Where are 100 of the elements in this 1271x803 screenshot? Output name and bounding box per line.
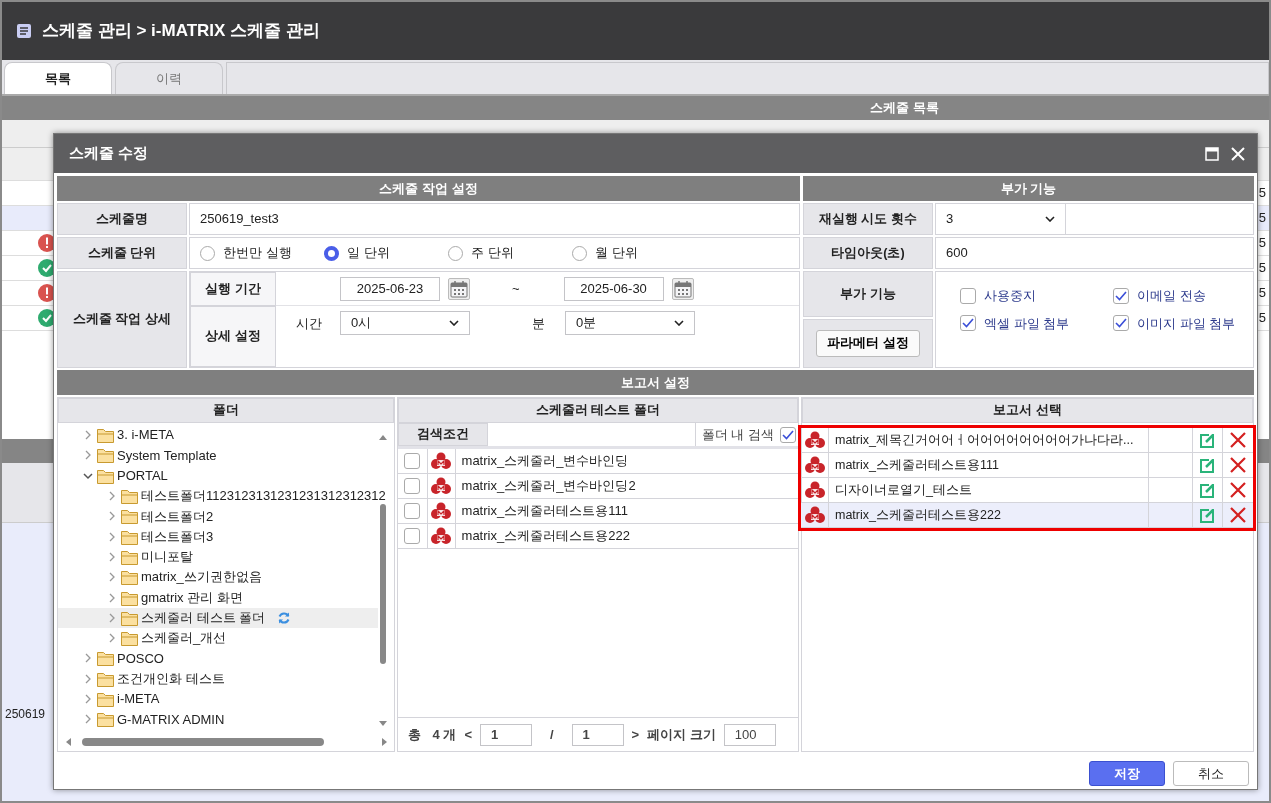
- tree-item[interactable]: gmatrix 관리 화면: [58, 587, 394, 608]
- tree-item[interactable]: POSCO: [58, 648, 394, 669]
- checkbox-option[interactable]: 사용중지: [960, 286, 1105, 306]
- report-row[interactable]: matrix_스케줄러테스트용111: [397, 499, 798, 524]
- checkbox[interactable]: [780, 426, 796, 443]
- section-header: 보고서 설정: [57, 370, 1254, 395]
- report-row[interactable]: matrix_스케줄러테스트용222: [397, 524, 798, 549]
- checkbox[interactable]: [404, 478, 421, 494]
- report-name: matrix_스케줄러테스트용222: [460, 527, 630, 546]
- selected-report-row[interactable]: matrix_스케줄러테스트용111: [801, 453, 1253, 478]
- tree-item[interactable]: 테스트폴더1123123131231231312312312: [58, 485, 394, 507]
- edit-icon[interactable]: [1199, 432, 1216, 448]
- tree-item[interactable]: 미니포탈: [58, 546, 394, 568]
- checkbox[interactable]: [404, 453, 421, 469]
- report-name: matrix_스케줄러테스트용111: [460, 502, 628, 521]
- edit-icon[interactable]: [1199, 482, 1216, 498]
- tab[interactable]: 목록: [4, 62, 112, 94]
- radio-option[interactable]: 주 단위: [448, 243, 572, 263]
- tree-item[interactable]: 테스트폴더3: [58, 526, 394, 547]
- maximize-icon[interactable]: [1205, 146, 1219, 161]
- previous-page-button[interactable]: <: [464, 724, 472, 745]
- delete-icon[interactable]: [1230, 507, 1246, 523]
- item-count: 4 개: [432, 725, 457, 744]
- field-label: 스케줄명: [57, 203, 187, 235]
- selected-report-row[interactable]: matrix_스케줄러테스트용222: [801, 503, 1253, 528]
- edit-icon[interactable]: [1199, 457, 1216, 473]
- folder-icon: [120, 629, 139, 648]
- parameter-settings-button[interactable]: 파라메터 설정: [816, 330, 920, 357]
- checkbox[interactable]: [404, 503, 421, 519]
- tree-item[interactable]: PORTAL: [58, 465, 394, 486]
- tree-item[interactable]: G-MATRIX ADMIN: [58, 709, 394, 730]
- checkbox[interactable]: [404, 528, 421, 544]
- tree-item[interactable]: 스케줄러 테스트 폴더: [58, 607, 378, 628]
- checkbox[interactable]: [960, 287, 976, 304]
- report-icon: [804, 481, 825, 499]
- report-icon: [804, 506, 825, 524]
- timeout-field[interactable]: 600: [935, 237, 1254, 269]
- table-cell-text: 250619: [5, 706, 46, 723]
- page-size-field[interactable]: 100: [723, 723, 776, 746]
- cancel-button[interactable]: 취소: [1173, 761, 1249, 786]
- chevron-down-icon: [449, 320, 459, 326]
- chevron-down-icon: [1045, 216, 1055, 222]
- page-count-field: 1: [571, 723, 624, 746]
- delete-icon[interactable]: [1230, 457, 1246, 473]
- dialog-title: 스케줄 수정: [69, 143, 149, 164]
- name-field[interactable]: 250619_test3: [189, 203, 800, 235]
- date-field[interactable]: 2025-06-30: [563, 276, 664, 301]
- selected-report-row[interactable]: matrix_제목긴거어어ㅓ어어어어어어어어가나다라...: [801, 428, 1253, 453]
- field-label: 상세 설정: [190, 306, 276, 367]
- checkbox[interactable]: [1113, 287, 1129, 304]
- tree-item[interactable]: 테스트폴더2: [58, 506, 394, 527]
- report-icon: [431, 527, 452, 545]
- dropdown[interactable]: 0분: [565, 311, 695, 335]
- tab[interactable]: 이력: [115, 62, 223, 94]
- radio-option[interactable]: 일 단위: [324, 243, 448, 263]
- table-cell-text: 5: [1258, 184, 1267, 203]
- chevron-down-icon: [674, 320, 684, 326]
- report-name: matrix_스케줄러테스트용111: [829, 453, 1149, 477]
- panel-header: 폴더: [58, 398, 394, 423]
- document-icon: [16, 23, 32, 39]
- radio-option[interactable]: 월 단위: [572, 243, 696, 263]
- calendar-icon: [672, 278, 693, 299]
- report-name: matrix_스케줄러테스트용222: [829, 503, 1149, 527]
- field-label: 분: [532, 315, 545, 333]
- checkbox[interactable]: [1113, 315, 1129, 332]
- radio-option[interactable]: 한번만 실행: [200, 243, 324, 263]
- tree-item[interactable]: 조건개인화 테스트: [58, 668, 394, 689]
- checkbox[interactable]: [960, 315, 976, 332]
- folder-search-option[interactable]: 폴더 내 검색: [695, 423, 798, 446]
- checkbox-option[interactable]: 이미지 파일 첨부: [1113, 313, 1253, 333]
- page-field[interactable]: 1: [480, 723, 532, 746]
- field-label: 스케줄 작업 상세: [57, 271, 187, 368]
- field-label: 시간: [296, 315, 322, 333]
- table-cell-text: 5: [1258, 284, 1267, 303]
- delete-icon[interactable]: [1230, 482, 1246, 498]
- tree-item[interactable]: matrix_쓰기권한없음: [58, 567, 394, 588]
- checkbox-option[interactable]: 이메일 전송: [1113, 286, 1253, 306]
- tree-item[interactable]: 3. i-META: [58, 425, 394, 446]
- tree-item[interactable]: 스케줄러_개선: [58, 627, 394, 649]
- edit-icon[interactable]: [1199, 507, 1216, 523]
- save-button[interactable]: 저장: [1089, 761, 1165, 786]
- field-label: 스케줄 단위: [57, 237, 187, 269]
- dropdown[interactable]: 0시: [340, 311, 470, 335]
- report-row[interactable]: matrix_스케줄러_변수바인딩: [397, 449, 798, 474]
- checkbox-option[interactable]: 엑셀 파일 첨부: [960, 313, 1105, 333]
- delete-icon[interactable]: [1230, 432, 1246, 448]
- report-icon: [431, 502, 452, 520]
- tree-item[interactable]: System Template: [58, 445, 394, 466]
- folder-icon: [96, 690, 115, 708]
- date-field[interactable]: 2025-06-23: [340, 276, 440, 301]
- tree-item[interactable]: i-META: [58, 688, 394, 710]
- report-name: 디자이너로열기_테스트: [829, 478, 1149, 502]
- report-icon: [804, 431, 825, 449]
- section-header: 스케줄 작업 설정: [57, 176, 800, 201]
- calendar-button[interactable]: [448, 277, 470, 300]
- report-row[interactable]: matrix_스케줄러_변수바인딩2: [397, 474, 798, 499]
- folder-icon: [120, 568, 139, 587]
- calendar-button[interactable]: [671, 277, 694, 300]
- close-icon[interactable]: [1231, 146, 1245, 161]
- next-page-button[interactable]: >: [631, 724, 640, 745]
